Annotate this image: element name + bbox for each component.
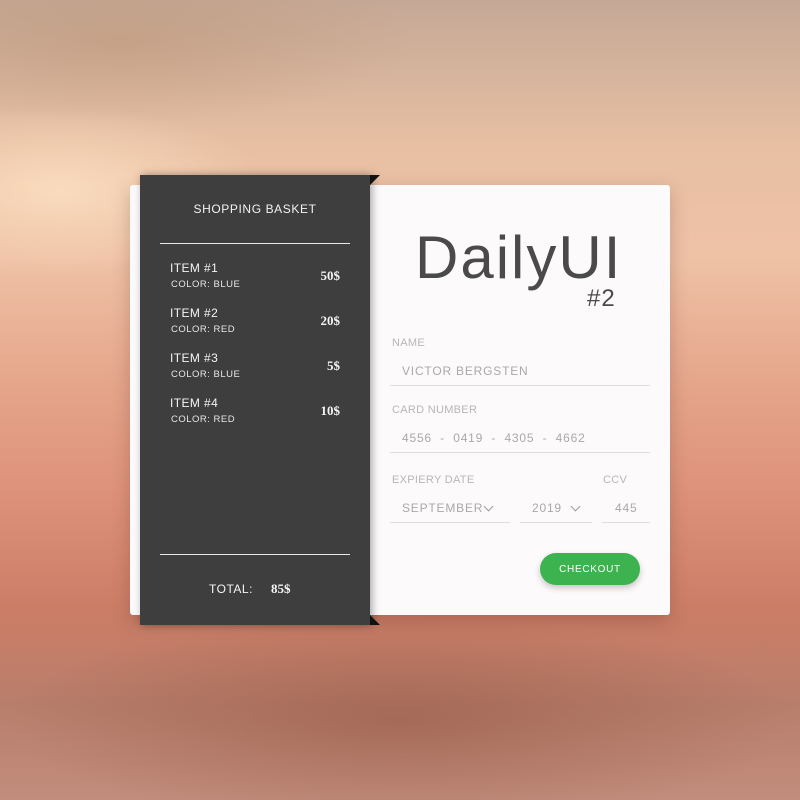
item-name: ITEM #3 [170, 351, 219, 365]
brand-title: DailyUI [415, 224, 623, 291]
total-label: TOTAL: [209, 582, 253, 596]
name-label: NAME [392, 337, 425, 349]
expiry-month-select[interactable]: SEPTEMBER [390, 495, 510, 523]
expiry-month-value: SEPTEMBER [402, 501, 484, 515]
item-name: ITEM #4 [170, 396, 219, 410]
item-color: COLOR: RED [171, 324, 236, 335]
card-number-underline [390, 452, 650, 453]
ccv-underline [602, 522, 650, 523]
item-color: COLOR: BLUE [171, 369, 241, 380]
item-name: ITEM #2 [170, 306, 219, 320]
chevron-down-icon [570, 501, 581, 512]
basket-divider-bottom [160, 554, 350, 555]
item-price: 20$ [320, 313, 341, 328]
item-color: COLOR: RED [171, 414, 236, 425]
name-input[interactable]: VICTOR BERGSTEN [402, 364, 528, 378]
item-color: COLOR: BLUE [171, 279, 241, 290]
brand-subtitle: #2 [587, 285, 616, 312]
basket-content: SHOPPING BASKET ITEM #1 COLOR: BLUE 50$ … [140, 0, 370, 800]
total-value: 85$ [271, 581, 291, 596]
expiry-month-underline [390, 522, 510, 523]
expiry-year-select[interactable]: 2019 [520, 495, 592, 523]
basket-item[interactable]: ITEM #3 COLOR: BLUE 5$ [170, 351, 342, 387]
chevron-down-icon [483, 501, 494, 512]
ccv-label: CCV [603, 474, 628, 486]
name-underline [390, 385, 650, 386]
basket-divider-top [160, 243, 350, 244]
basket-item[interactable]: ITEM #1 COLOR: BLUE 50$ [170, 261, 342, 297]
basket-item[interactable]: ITEM #2 COLOR: RED 20$ [170, 306, 342, 342]
basket-title: SHOPPING BASKET [193, 202, 317, 216]
card-number-label: CARD NUMBER [392, 404, 478, 416]
card-number-input[interactable]: 4556 - 0419 - 4305 - 4662 [402, 431, 586, 445]
basket-item[interactable]: ITEM #4 COLOR: RED 10$ [170, 396, 342, 432]
item-price: 50$ [320, 268, 341, 283]
item-name: ITEM #1 [170, 261, 219, 275]
expiry-year-underline [520, 522, 592, 523]
expiry-year-value: 2019 [532, 501, 562, 515]
ccv-input[interactable]: 445 [615, 501, 637, 515]
item-price: 5$ [327, 358, 340, 373]
basket-fold-top [370, 175, 380, 185]
item-price: 10$ [320, 403, 341, 418]
checkout-button[interactable]: CHECKOUT [540, 553, 640, 585]
basket-fold-bottom [370, 615, 380, 625]
expiry-date-label: EXPIERY DATE [392, 474, 475, 486]
